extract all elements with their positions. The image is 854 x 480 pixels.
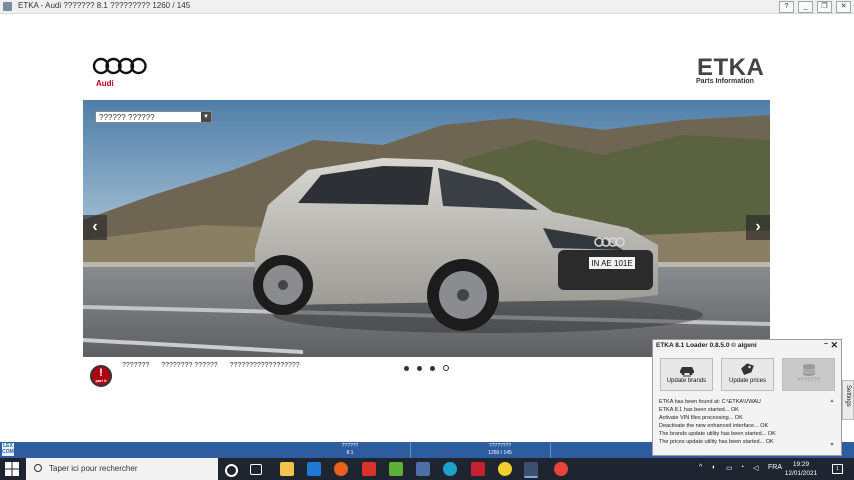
log-line: The prices update utility has been start…: [659, 439, 774, 445]
app-icon-green[interactable]: [389, 462, 403, 476]
log-line: Activate VIN files processing... OK: [659, 415, 743, 421]
clock-time: 19:29: [792, 461, 810, 468]
clock-date: 12/01/2021: [784, 470, 818, 477]
status-divider: [410, 442, 411, 458]
tray-wifi-icon[interactable]: ◔: [740, 464, 744, 471]
loader-minimize-button[interactable]: −: [824, 341, 828, 348]
footer-link-1[interactable]: ???????: [122, 362, 149, 369]
search-icon: [34, 464, 42, 472]
language-select-value: ?????? ??????: [99, 113, 155, 122]
notification-center-icon[interactable]: 1: [832, 464, 843, 474]
carousel-prev-button[interactable]: ‹: [83, 215, 107, 240]
status-divider: [550, 442, 551, 458]
lexcom-badge[interactable]: LEX COM: [2, 443, 14, 456]
loader-close-button[interactable]: ✕: [830, 340, 838, 351]
footer-links: ??????? ???????? ?????? ????????????????…: [122, 362, 310, 369]
window-title: ETKA - Audi ??????? 8.1 ????????? 1260 /…: [18, 1, 191, 10]
window-title-bar: ETKA - Audi ??????? 8.1 ????????? 1260 /…: [0, 0, 854, 14]
app-icon-red[interactable]: [362, 462, 376, 476]
car-icon: [679, 367, 694, 377]
etka-loader-panel: ETKA 8.1 Loader 0.8.5.0 © algeni − ✕ Upd…: [652, 339, 842, 456]
car-photo: IN AE 101E: [83, 100, 770, 357]
log-line: Deactivate the new enhanced interface...…: [659, 423, 769, 429]
status-cell-version: ?????? 8.1: [320, 443, 380, 457]
update-brands-button[interactable]: Update brands: [660, 358, 713, 391]
search-placeholder: Taper ici pour rechercher: [49, 464, 138, 473]
taskbar-clock[interactable]: 19:29 12/01/2021: [781, 460, 821, 478]
audi-label: Audi: [96, 79, 114, 88]
log-line: The brands update utility has been start…: [659, 431, 776, 437]
etka-app-icon[interactable]: [3, 2, 12, 11]
maximize-button[interactable]: ❐: [817, 1, 832, 13]
app-icon-crimson[interactable]: [471, 462, 485, 476]
close-button[interactable]: ✕: [836, 1, 851, 13]
taskbar-search-input[interactable]: Taper ici pour rechercher: [26, 458, 218, 480]
alert-label: part it: [95, 378, 107, 383]
task-view-icon[interactable]: [250, 464, 262, 475]
scroll-up-icon[interactable]: ▲: [828, 398, 836, 404]
log-scrollbar[interactable]: ▲ ▼: [828, 398, 836, 453]
scroll-down-icon[interactable]: ▼: [828, 442, 836, 448]
log-line: ETKA has been found at: C:\ETKA\VWAU: [659, 399, 761, 405]
mail-icon[interactable]: [307, 462, 321, 476]
part-it-alert-icon[interactable]: ! part it: [90, 365, 112, 387]
status-count-value: 1260 / 145: [488, 450, 512, 456]
firefox-icon[interactable]: [334, 462, 348, 476]
tray-chevron-icon[interactable]: ^: [699, 464, 702, 471]
chevron-down-icon[interactable]: ▼: [201, 112, 211, 122]
update-prices-button[interactable]: Update prices: [721, 358, 774, 391]
help-button[interactable]: ?: [779, 1, 794, 13]
loader-log: ETKA has been found at: C:\ETKA\VWAU ETK…: [659, 398, 827, 446]
update-prices-label: Update prices: [728, 378, 767, 384]
status-version-value: 8.1: [346, 450, 354, 456]
carousel-indicators: [404, 363, 457, 373]
loader-title: ETKA 8.1 Loader 0.8.5.0 © algeni: [656, 342, 757, 349]
status-count-label: ????????: [488, 443, 512, 449]
windows-taskbar: Taper ici pour rechercher ^ ◐ ▭ ◔ ◁ FRA …: [0, 458, 854, 480]
carousel-dot-active[interactable]: [443, 365, 449, 371]
log-line: ETKA 8.1 has been started... OK: [659, 407, 739, 413]
carousel-dot[interactable]: [430, 366, 435, 371]
windows-start-icon[interactable]: [4, 461, 20, 477]
database-icon: [802, 364, 815, 376]
hero-banner[interactable]: IN AE 101E: [83, 100, 770, 357]
settings-tab-label: Settings: [845, 385, 851, 407]
edge-icon[interactable]: [443, 462, 457, 476]
cortana-icon[interactable]: [225, 464, 238, 477]
file-explorer-icon[interactable]: [280, 462, 294, 476]
etka-taskbar-icon[interactable]: [524, 462, 538, 478]
etka-subtitle: Parts Information: [696, 78, 754, 85]
language-select[interactable]: ?????? ?????? ▼: [95, 111, 212, 123]
carousel-dot[interactable]: [404, 366, 409, 371]
minimize-button[interactable]: _: [798, 1, 813, 13]
tray-language[interactable]: FRA: [768, 464, 782, 471]
footer-link-2[interactable]: ???????? ??????: [161, 362, 217, 369]
tray-volume-icon[interactable]: ◁: [753, 464, 758, 472]
license-plate: IN AE 101E: [591, 259, 632, 268]
footer-link-3[interactable]: ??????????????????: [230, 362, 300, 369]
tray-network-icon[interactable]: ◐: [712, 464, 716, 471]
app-icon-yellow[interactable]: [498, 462, 512, 476]
price-tag-icon: [740, 363, 754, 375]
database-button[interactable]: ???????: [782, 358, 835, 391]
carousel-dot[interactable]: [417, 366, 422, 371]
tray-battery-icon[interactable]: ▭: [726, 464, 733, 472]
update-brands-label: Update brands: [666, 378, 707, 384]
status-cell-count: ???????? 1260 / 145: [470, 443, 530, 457]
chrome-icon[interactable]: [554, 462, 568, 476]
audi-rings-logo: [92, 57, 147, 75]
database-label: ???????: [796, 378, 821, 384]
app-icon-blue[interactable]: [416, 462, 430, 476]
status-version-label: ??????: [341, 443, 359, 449]
settings-tab[interactable]: Settings: [842, 380, 854, 420]
carousel-next-button[interactable]: ›: [746, 215, 770, 240]
